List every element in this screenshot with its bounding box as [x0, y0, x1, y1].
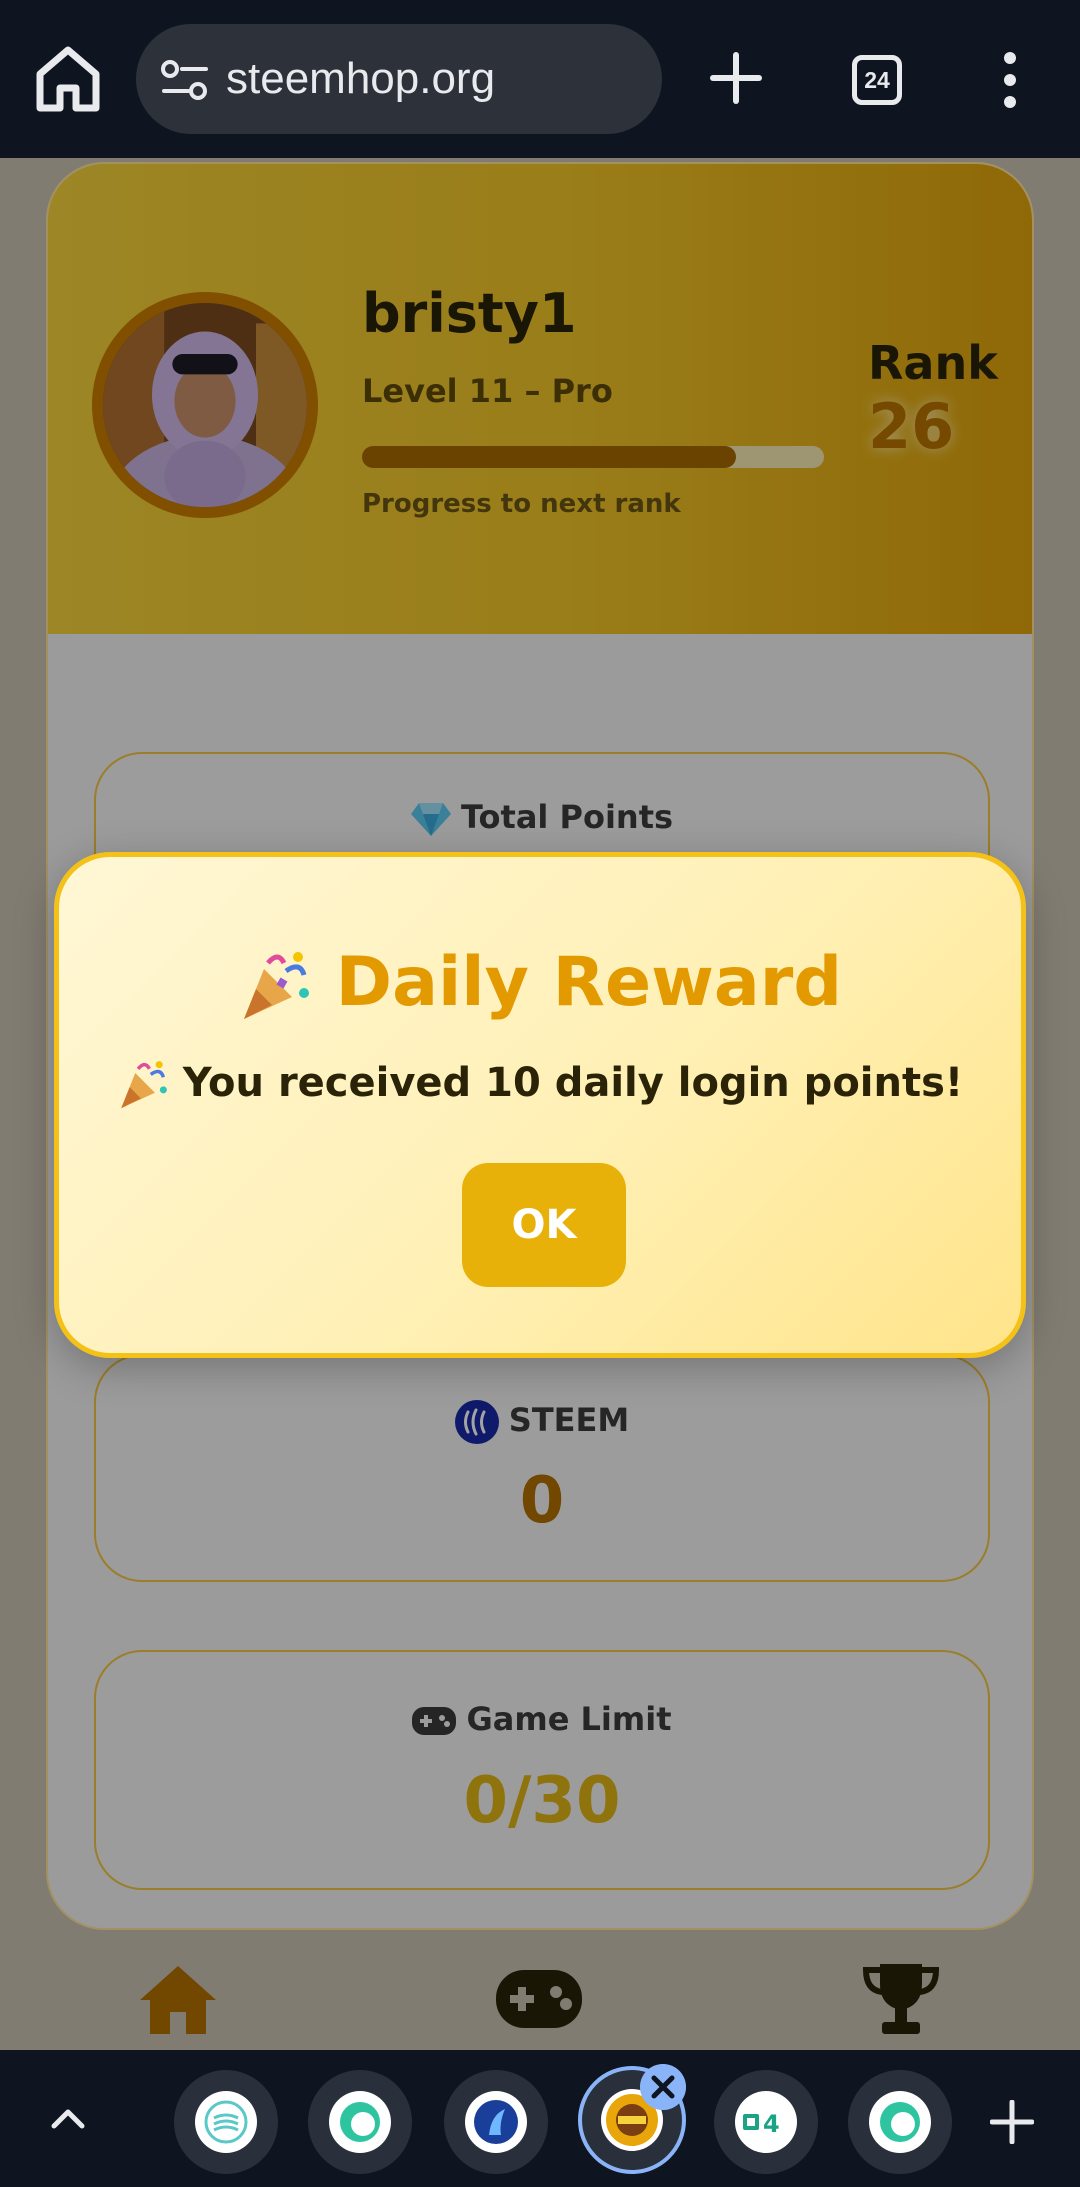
site-favicon-icon: [880, 2102, 920, 2142]
overflow-menu-icon[interactable]: [998, 52, 1022, 108]
site-favicon-icon: 4: [743, 2110, 780, 2138]
tab-thumbnail-6[interactable]: [848, 2070, 952, 2174]
dialog-message-text: You received 10 daily login points!: [182, 1060, 964, 1106]
site-favicon-icon: [204, 2100, 248, 2144]
new-tab-icon[interactable]: [710, 52, 762, 104]
tab-thumbnail-3[interactable]: [444, 2070, 548, 2174]
tab-switcher-button[interactable]: 24: [852, 55, 902, 105]
party-popper-icon: [243, 952, 309, 1020]
dialog-title: Daily Reward: [59, 943, 1021, 1023]
tab-thumbnail-1[interactable]: [174, 2070, 278, 2174]
svg-text:4: 4: [763, 2110, 780, 2138]
dialog-message: You received 10 daily login points!: [59, 1059, 1021, 1111]
chevron-up-icon[interactable]: [50, 2100, 86, 2136]
ok-button-label: OK: [511, 1202, 577, 1248]
tab-thumbnail-5[interactable]: 4: [714, 2070, 818, 2174]
home-icon[interactable]: [36, 44, 100, 114]
address-bar[interactable]: steemhop.org: [136, 24, 662, 134]
tab-count: 24: [864, 66, 890, 93]
browser-toolbar: steemhop.org 24: [0, 0, 1080, 158]
site-favicon-icon: [340, 2102, 380, 2142]
url-text[interactable]: steemhop.org: [226, 54, 495, 104]
add-tab-to-group-icon[interactable]: [990, 2100, 1034, 2144]
daily-reward-dialog: Daily Reward You received 10 daily login…: [54, 852, 1026, 1358]
dialog-title-text: Daily Reward: [335, 943, 843, 1022]
tab-thumbnail-2[interactable]: [308, 2070, 412, 2174]
ok-button[interactable]: OK: [462, 1163, 626, 1287]
party-popper-icon: [121, 1061, 167, 1109]
close-tab-icon[interactable]: [640, 2064, 686, 2110]
site-favicon-icon: [474, 2100, 518, 2144]
tab-group-strip: 4: [0, 2050, 1080, 2187]
site-controls-icon[interactable]: [160, 59, 210, 101]
